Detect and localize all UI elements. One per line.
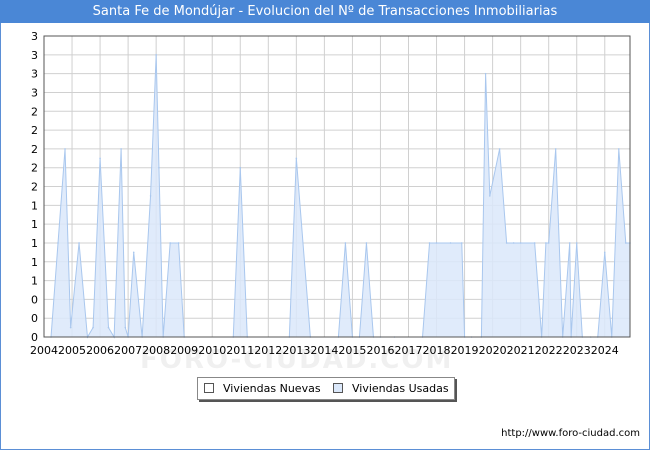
data-point-viviendas-usadas [545, 242, 547, 244]
data-point-viviendas-usadas [92, 326, 94, 329]
legend-label-nuevas: Viviendas Nuevas [223, 382, 321, 395]
data-point-viviendas-usadas [64, 148, 66, 150]
x-tick-label: 2008 [142, 344, 170, 357]
x-tick-label: 2009 [170, 344, 198, 357]
x-tick-label: 2024 [591, 344, 619, 357]
y-tick-label: 2 [31, 162, 38, 175]
data-point-viviendas-usadas [568, 242, 571, 244]
y-tick-label: 3 [31, 86, 38, 99]
x-tick-label: 2016 [366, 344, 394, 357]
data-point-viviendas-usadas [158, 166, 160, 169]
data-point-viviendas-usadas [603, 251, 606, 254]
data-point-viviendas-usadas [149, 195, 152, 197]
data-point-viviendas-usadas [484, 72, 487, 75]
data-point-viviendas-usadas [99, 157, 101, 160]
x-tick-label: 2007 [114, 344, 142, 357]
y-tick-label: 1 [31, 218, 38, 231]
data-point-viviendas-usadas [132, 251, 135, 254]
y-tick-label: 3 [31, 49, 38, 62]
data-point-viviendas-usadas [124, 326, 127, 329]
x-tick-label: 2004 [30, 344, 58, 357]
y-tick-label: 3 [31, 68, 38, 81]
y-tick-label: 2 [31, 105, 38, 118]
y-tick-label: 1 [31, 199, 38, 212]
data-point-viviendas-usadas [169, 242, 171, 244]
data-point-viviendas-usadas [624, 242, 627, 244]
y-tick-label: 1 [31, 275, 38, 288]
x-tick-label: 2012 [254, 344, 282, 357]
x-tick-label: 2011 [226, 344, 254, 357]
data-point-viviendas-usadas [120, 148, 122, 150]
data-point-viviendas-usadas [177, 242, 180, 244]
legend: Viviendas Nuevas Viviendas Usadas [197, 377, 455, 400]
data-point-viviendas-usadas [505, 242, 508, 244]
y-tick-label: 1 [31, 256, 38, 269]
data-point-viviendas-usadas [533, 242, 536, 244]
data-point-viviendas-usadas [107, 326, 110, 329]
x-tick-label: 2022 [535, 344, 563, 357]
data-point-viviendas-usadas [344, 242, 347, 244]
legend-swatch-usadas [333, 383, 343, 393]
y-tick-label: 2 [31, 124, 38, 137]
data-point-viviendas-usadas [57, 242, 59, 244]
x-tick-label: 2006 [86, 344, 114, 357]
y-tick-label: 2 [31, 181, 38, 194]
data-point-viviendas-usadas [617, 148, 620, 150]
x-tick-label: 2018 [423, 344, 451, 357]
x-tick-label: 2020 [479, 344, 507, 357]
y-tick-label: 0 [31, 331, 38, 344]
data-point-viviendas-usadas [498, 148, 501, 150]
y-tick-label: 0 [31, 293, 38, 306]
data-point-viviendas-usadas [512, 242, 515, 244]
y-tick-label: 2 [31, 143, 38, 156]
x-tick-label: 2017 [394, 344, 422, 357]
data-point-viviendas-usadas [295, 157, 298, 160]
x-tick-label: 2019 [451, 344, 479, 357]
legend-item-usadas[interactable]: Viviendas Usadas [333, 382, 449, 395]
data-point-viviendas-usadas [449, 242, 452, 244]
footer-url[interactable]: http://www.foro-ciudad.com [501, 428, 640, 439]
x-tick-label: 2010 [198, 344, 226, 357]
y-tick-label: 3 [31, 30, 38, 43]
data-point-viviendas-usadas [69, 326, 72, 329]
data-point-viviendas-usadas [575, 242, 578, 244]
data-point-viviendas-usadas [489, 195, 491, 197]
data-point-viviendas-usadas [519, 242, 522, 244]
x-tick-label: 2023 [563, 344, 591, 357]
data-point-viviendas-usadas [239, 166, 242, 169]
legend-label-usadas: Viviendas Usadas [352, 382, 449, 395]
data-point-viviendas-usadas [554, 148, 557, 150]
x-tick-label: 2015 [338, 344, 366, 357]
data-point-viviendas-usadas [78, 242, 80, 244]
data-point-viviendas-usadas [547, 242, 550, 244]
x-tick-label: 2021 [507, 344, 535, 357]
data-point-viviendas-usadas [155, 54, 157, 56]
data-point-viviendas-usadas [428, 242, 431, 244]
x-tick-label: 2014 [310, 344, 338, 357]
y-tick-label: 0 [31, 312, 38, 325]
legend-swatch-nuevas [204, 383, 214, 393]
y-tick-label: 1 [31, 237, 38, 250]
x-tick-label: 2013 [282, 344, 310, 357]
data-point-viviendas-usadas [435, 242, 438, 244]
legend-item-nuevas[interactable]: Viviendas Nuevas [204, 382, 321, 395]
data-point-viviendas-usadas [460, 242, 463, 244]
x-tick-label: 2005 [58, 344, 86, 357]
data-point-viviendas-usadas [365, 242, 368, 244]
